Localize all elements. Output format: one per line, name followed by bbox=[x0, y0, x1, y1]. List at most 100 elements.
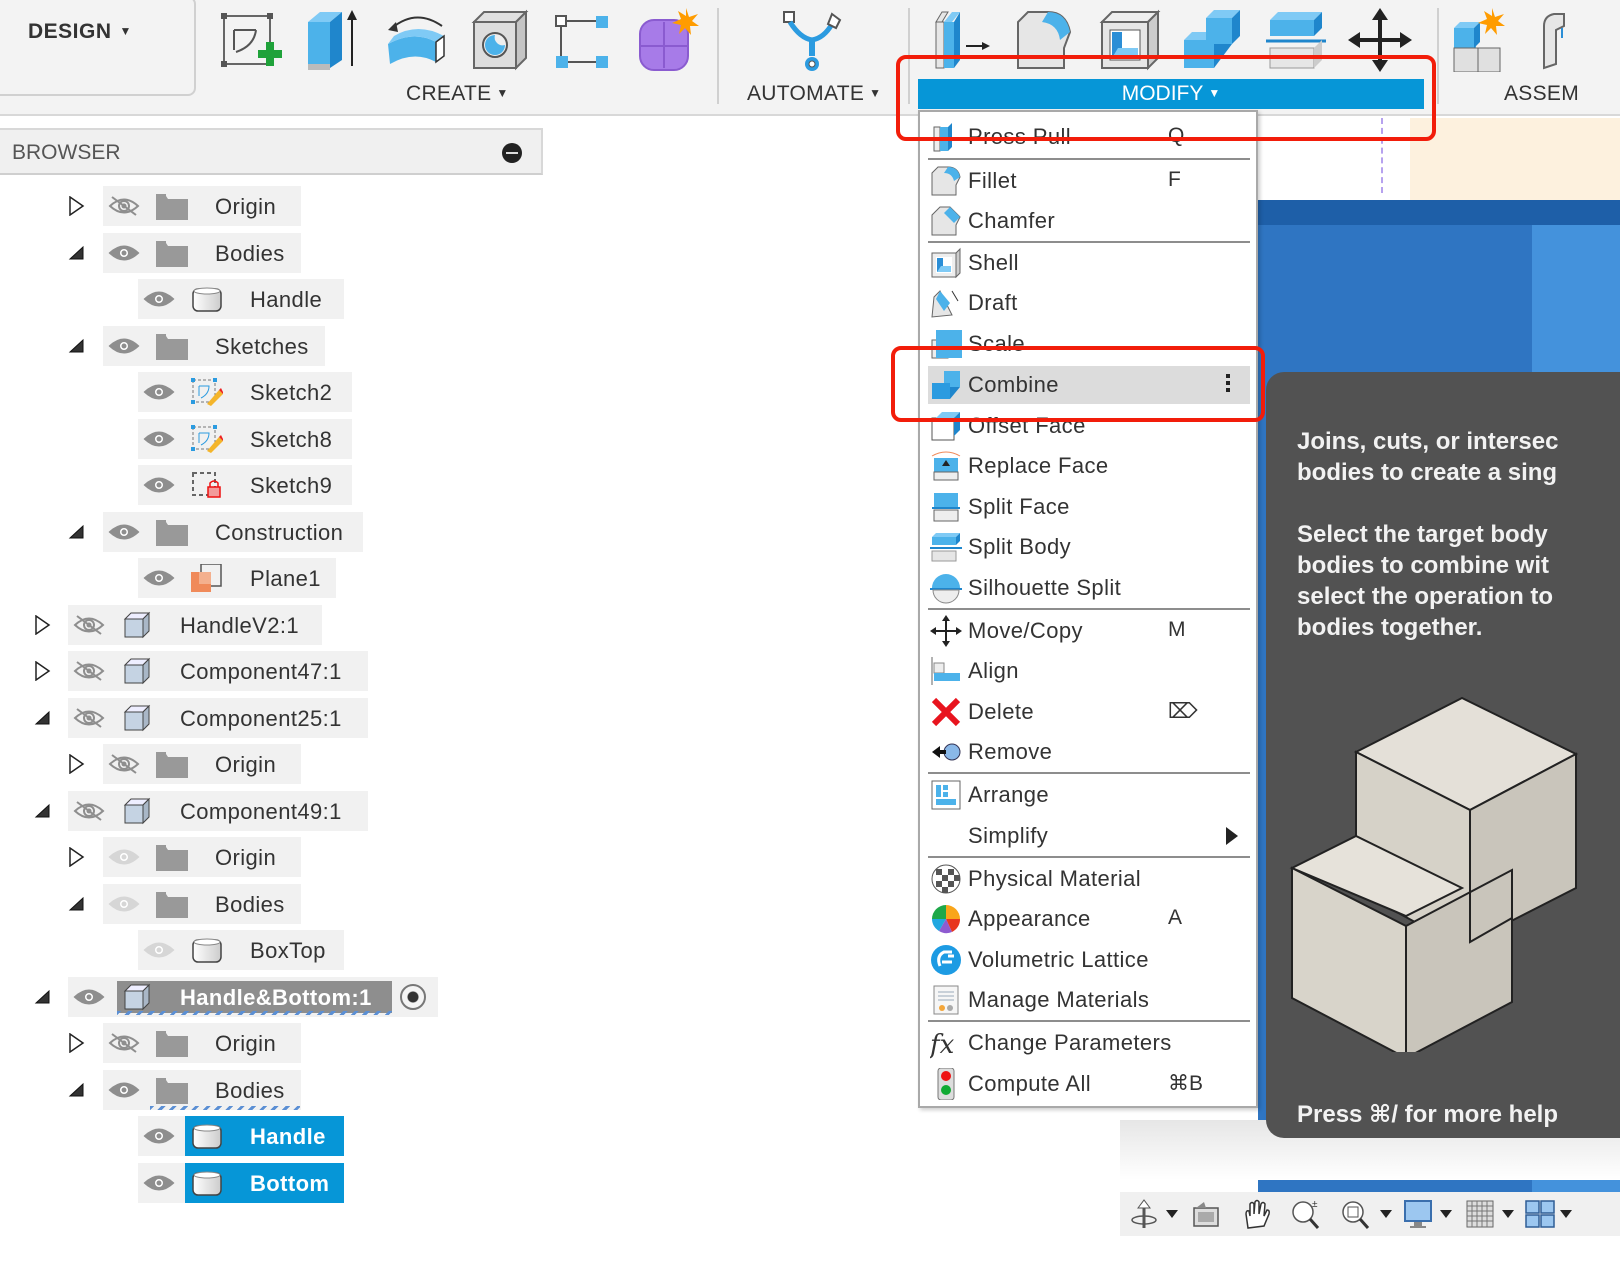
fillet-icon[interactable] bbox=[1014, 8, 1078, 72]
collapse-arrow-icon[interactable] bbox=[68, 1080, 86, 1100]
browser-node[interactable]: Origin bbox=[0, 837, 460, 877]
menu-item-combine[interactable]: Combine bbox=[928, 366, 1250, 404]
browser-node[interactable]: HandleV2:1 bbox=[0, 604, 460, 645]
viewports-icon[interactable] bbox=[1524, 1198, 1556, 1230]
expand-arrow-icon[interactable] bbox=[34, 661, 52, 681]
expand-arrow-icon[interactable] bbox=[68, 847, 86, 867]
collapse-arrow-icon[interactable] bbox=[34, 708, 52, 728]
menu-item-manage-materials[interactable]: Manage Materials bbox=[928, 981, 1250, 1019]
split-body-icon[interactable] bbox=[1264, 8, 1328, 72]
revolve-icon[interactable] bbox=[384, 8, 448, 72]
menu-item-remove[interactable]: Remove bbox=[928, 733, 1250, 771]
combine-icon[interactable] bbox=[1180, 8, 1244, 72]
browser-node[interactable]: Construction bbox=[0, 511, 460, 552]
menu-item-press-pull[interactable]: Press Pull Q bbox=[928, 118, 1250, 156]
grid-dropdown[interactable] bbox=[1502, 1210, 1514, 1218]
orbit-dropdown[interactable] bbox=[1166, 1210, 1178, 1218]
expand-arrow-icon[interactable] bbox=[34, 614, 52, 635]
browser-node[interactable]: Sketch9 bbox=[0, 465, 460, 505]
menu-item-offset-face[interactable]: Offset Face bbox=[928, 407, 1250, 445]
workspace-label[interactable]: DESIGN ▼ bbox=[28, 20, 132, 44]
browser-node[interactable]: Sketch2 bbox=[0, 372, 460, 412]
viewports-dropdown[interactable] bbox=[1560, 1210, 1572, 1218]
combine-icon bbox=[932, 371, 960, 399]
menu-item-align[interactable]: Align bbox=[928, 652, 1250, 690]
modify-menu-button[interactable]: MODIFY ▼ bbox=[918, 79, 1424, 109]
menu-item-appearance[interactable]: Appearance A bbox=[928, 900, 1250, 938]
expand-arrow-icon[interactable] bbox=[68, 754, 86, 774]
pan-icon[interactable] bbox=[1240, 1198, 1272, 1230]
expand-arrow-icon[interactable] bbox=[68, 1033, 86, 1053]
menu-item-shell[interactable]: Shell bbox=[928, 244, 1250, 282]
menu-item-change-parameters[interactable]: fx Change Parameters bbox=[928, 1024, 1250, 1062]
automate-icon[interactable] bbox=[780, 8, 844, 72]
collapse-arrow-icon[interactable] bbox=[68, 243, 86, 263]
create-sketch-icon[interactable] bbox=[218, 8, 282, 72]
browser-node[interactable]: Handle bbox=[0, 279, 460, 319]
menu-item-scale[interactable]: Scale bbox=[928, 325, 1250, 363]
grid-icon[interactable] bbox=[1464, 1198, 1496, 1230]
rectangular-pattern-icon[interactable] bbox=[552, 8, 616, 72]
collapse-arrow-icon[interactable] bbox=[68, 522, 86, 542]
browser-node[interactable]: Bodies bbox=[0, 1069, 460, 1110]
display-settings-dropdown[interactable] bbox=[1440, 1210, 1452, 1218]
browser-node[interactable]: Plane1 bbox=[0, 558, 460, 598]
browser-node[interactable]: Bodies bbox=[0, 232, 460, 273]
move-copy-icon[interactable] bbox=[1348, 8, 1412, 72]
zoom-dropdown[interactable] bbox=[1380, 1210, 1392, 1218]
collapse-arrow-icon[interactable] bbox=[68, 894, 86, 914]
menu-item-silhouette-split[interactable]: Silhouette Split bbox=[928, 569, 1250, 607]
press-pull-icon[interactable] bbox=[932, 8, 996, 72]
menu-item-physical-material[interactable]: Physical Material bbox=[928, 860, 1250, 898]
zoom-icon[interactable]: ± bbox=[1290, 1198, 1322, 1230]
create-form-icon[interactable] bbox=[636, 8, 700, 72]
collapse-arrow-icon[interactable] bbox=[68, 336, 86, 356]
menu-item-volumetric-lattice[interactable]: Volumetric Lattice bbox=[928, 941, 1250, 979]
collapse-browser-icon[interactable] bbox=[502, 143, 522, 163]
orbit-icon[interactable] bbox=[1128, 1198, 1160, 1230]
menu-item-label: Scale bbox=[968, 331, 1026, 356]
browser-node[interactable]: Origin bbox=[0, 744, 460, 784]
browser-node[interactable]: BoxTop bbox=[0, 930, 460, 970]
assemble-menu-button[interactable]: ASSEM bbox=[1504, 82, 1579, 106]
more-options-icon[interactable] bbox=[1226, 374, 1230, 396]
menu-item-delete[interactable]: Delete ⌦ bbox=[928, 693, 1250, 731]
menu-item-split-face[interactable]: Split Face bbox=[928, 488, 1250, 526]
menu-item-move-copy[interactable]: Move/Copy M bbox=[928, 612, 1250, 650]
menu-item-compute-all[interactable]: Compute All ⌘B bbox=[928, 1065, 1250, 1103]
browser-node[interactable]: Origin bbox=[0, 186, 460, 226]
create-menu-button[interactable]: CREATE ▼ bbox=[406, 82, 509, 106]
browser-node[interactable]: Handle&Bottom:1 bbox=[0, 976, 460, 1017]
browser-node[interactable]: Component25:1 bbox=[0, 697, 460, 738]
joint-icon[interactable] bbox=[1534, 8, 1598, 72]
display-settings-icon[interactable] bbox=[1402, 1198, 1434, 1230]
zoom-window-icon[interactable] bbox=[1340, 1198, 1372, 1230]
collapse-arrow-icon[interactable] bbox=[34, 987, 52, 1007]
look-at-icon[interactable] bbox=[1190, 1198, 1222, 1230]
extrude-icon[interactable] bbox=[300, 8, 364, 72]
browser-node[interactable]: Component47:1 bbox=[0, 651, 460, 691]
collapse-arrow-icon[interactable] bbox=[34, 801, 52, 821]
menu-item-fillet[interactable]: Fillet F bbox=[928, 162, 1250, 200]
hole-icon[interactable] bbox=[468, 8, 532, 72]
browser-node[interactable]: Origin bbox=[0, 1023, 460, 1063]
browser-node[interactable]: Handle bbox=[0, 1116, 460, 1156]
draft-icon bbox=[931, 290, 959, 318]
activate-component-radio[interactable] bbox=[400, 983, 426, 1010]
menu-item-split-body[interactable]: Split Body bbox=[928, 528, 1250, 566]
menu-item-chamfer[interactable]: Chamfer bbox=[928, 202, 1250, 240]
browser-node[interactable]: Sketches bbox=[0, 325, 460, 366]
automate-menu-button[interactable]: AUTOMATE ▼ bbox=[747, 82, 881, 106]
new-component-icon[interactable] bbox=[1452, 8, 1516, 72]
browser-node[interactable]: Sketch8 bbox=[0, 418, 460, 459]
menu-item-arrange[interactable]: Arrange bbox=[928, 776, 1250, 814]
menu-item-simplify[interactable]: Simplify bbox=[928, 817, 1250, 855]
browser-node[interactable]: Bodies bbox=[0, 883, 460, 924]
menu-item-draft[interactable]: Draft bbox=[928, 284, 1250, 322]
menu-item-replace-face[interactable]: Replace Face bbox=[928, 447, 1250, 485]
workspace-switcher[interactable]: DESIGN ▼ bbox=[0, 0, 196, 96]
expand-arrow-icon[interactable] bbox=[68, 196, 86, 216]
browser-node[interactable]: Component49:1 bbox=[0, 790, 460, 831]
shell-icon[interactable] bbox=[1098, 8, 1162, 72]
browser-node[interactable]: Bottom bbox=[0, 1162, 460, 1203]
